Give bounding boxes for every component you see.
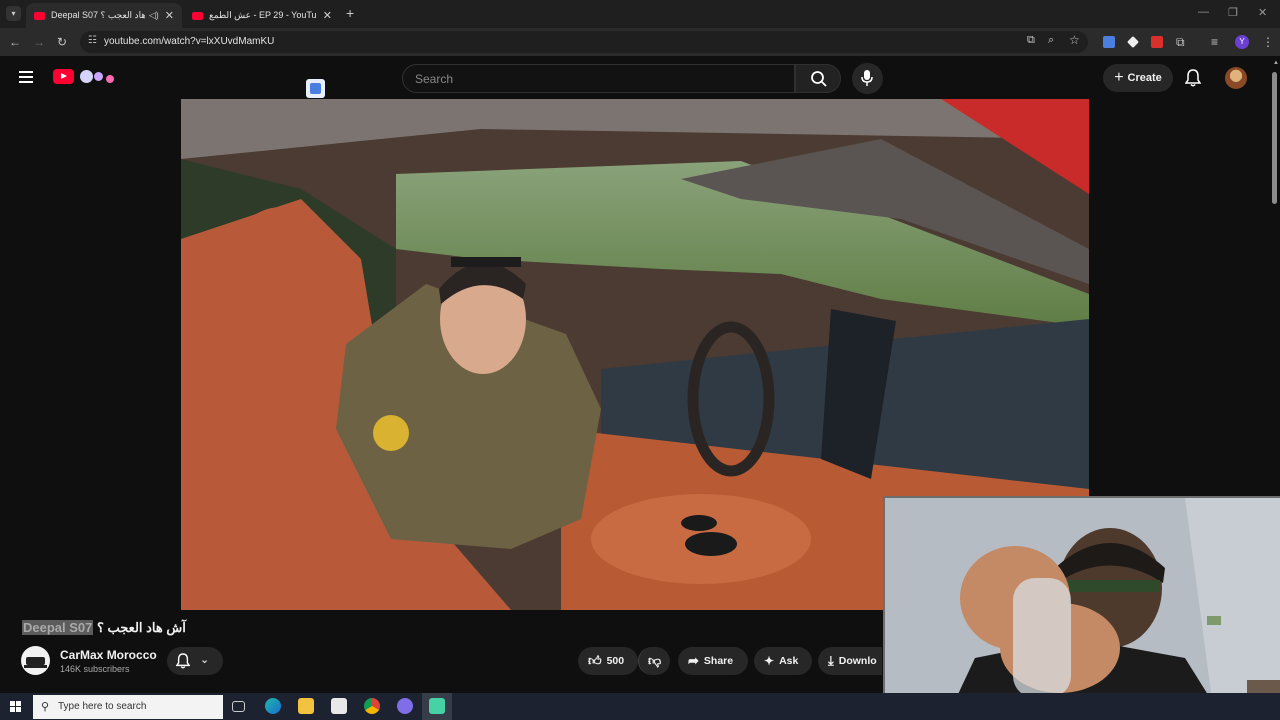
thumbs-down-icon: 👎︎ — [648, 653, 662, 668]
hamburger-menu-icon[interactable] — [19, 71, 33, 83]
thumbs-up-icon: 👍︎ — [588, 653, 602, 668]
translate-overlay-icon[interactable] — [306, 79, 325, 98]
active-app-highlight — [422, 693, 452, 720]
sparkle-icon: ✦ — [764, 654, 775, 668]
microsoft-store-icon[interactable] — [331, 698, 347, 714]
ask-label: Ask — [779, 655, 799, 667]
edge-browser-icon[interactable] — [265, 698, 281, 714]
profile-avatar[interactable]: Y — [1235, 35, 1249, 49]
search-button[interactable] — [795, 64, 841, 93]
close-window-icon[interactable]: ✕ — [1258, 6, 1267, 19]
zoom-icon[interactable]: ⌕ — [1048, 34, 1054, 47]
search-icon: ⚲ — [41, 701, 50, 713]
close-tab-icon[interactable]: ✕ — [165, 9, 174, 22]
tab-list-dropdown[interactable]: ▾ — [6, 6, 21, 21]
browser-tab-strip: ▾ Deepal S07 آش هاد العجب ؟ ◁) ✕ عش الطم… — [0, 0, 1280, 28]
reading-list-icon[interactable]: ≡ — [1211, 35, 1218, 49]
like-button[interactable]: 👍︎ 500 — [578, 647, 638, 675]
restore-icon[interactable]: ❐ — [1228, 6, 1238, 19]
discord-icon[interactable] — [397, 698, 413, 714]
plus-icon: + — [1114, 69, 1124, 86]
share-button[interactable]: ➦ Share — [678, 647, 748, 675]
back-icon[interactable]: ← — [9, 35, 21, 49]
ask-button[interactable]: ✦ Ask — [754, 647, 812, 675]
download-label: Downlo — [838, 655, 877, 667]
create-button[interactable]: + Create — [1103, 64, 1173, 92]
subscriber-count: 146K subscribers — [60, 664, 130, 674]
account-avatar[interactable] — [1225, 67, 1247, 89]
doodle-sparkle-icon — [78, 68, 116, 86]
reload-icon[interactable]: ↻ — [57, 35, 67, 49]
new-tab-icon[interactable]: + — [346, 5, 354, 21]
dislike-button[interactable]: 👎︎ — [638, 647, 670, 675]
search-box[interactable]: Search — [402, 64, 795, 93]
tab-title: عش الطمع - EP 29 - YouTube — [209, 10, 317, 20]
video-title-highlight: Deepal S07 — [22, 620, 94, 635]
picture-in-picture-webcam[interactable] — [883, 496, 1280, 720]
microphone-icon — [861, 70, 873, 86]
taskbar-search-placeholder: Type here to search — [58, 701, 147, 712]
bell-icon — [176, 653, 190, 669]
video-title-rest: آش هاد العجب ؟ — [97, 620, 186, 635]
youtube-favicon-icon — [192, 11, 203, 20]
channel-name[interactable]: CarMax Morocco — [60, 648, 157, 662]
like-count: 500 — [606, 655, 625, 667]
create-label: Create — [1127, 72, 1162, 84]
extension-red-icon[interactable] — [1151, 36, 1163, 48]
search-icon — [811, 71, 827, 87]
address-bar[interactable]: ☷ youtube.com/watch?v=lxXUvdMamKU ⧉ ⌕ ☆ — [80, 31, 1088, 53]
install-icon[interactable]: ⧉ — [1027, 34, 1035, 47]
file-explorer-icon[interactable] — [298, 698, 314, 714]
download-icon: ⤓ — [828, 653, 834, 668]
close-tab-icon[interactable]: ✕ — [323, 9, 332, 22]
share-arrow-icon: ➦ — [688, 653, 699, 668]
url-text: youtube.com/watch?v=lxXUvdMamKU — [104, 36, 275, 47]
webcam-frame — [885, 498, 1280, 720]
browser-toolbar: ← → ↻ ☷ youtube.com/watch?v=lxXUvdMamKU … — [0, 28, 1280, 56]
video-title: Deepal S07 آش هاد العجب ؟ — [22, 620, 186, 636]
tab-title: Deepal S07 آش هاد العجب ؟ — [51, 10, 145, 20]
forward-icon[interactable]: → — [33, 35, 45, 49]
share-label: Share — [703, 655, 734, 667]
chrome-icon[interactable] — [364, 698, 380, 714]
download-button[interactable]: ⤓ Downlo — [818, 647, 882, 675]
voice-search-button[interactable] — [852, 63, 883, 94]
youtube-header: Search + Create — [0, 56, 1280, 99]
tab-deepal[interactable]: Deepal S07 آش هاد العجب ؟ ◁) ✕ — [26, 3, 182, 28]
subscription-bell-button[interactable]: ⌄ — [167, 647, 223, 675]
extension-diamond-icon[interactable] — [1127, 36, 1139, 48]
taskbar-search-box[interactable]: ⚲ Type here to search — [33, 695, 223, 719]
extensions-puzzle-icon[interactable]: ⧉ — [1176, 35, 1185, 50]
speaker-icon[interactable]: ◁) — [149, 10, 159, 21]
youtube-favicon-icon — [34, 11, 45, 20]
chrome-menu-icon[interactable]: ⋮ — [1262, 35, 1274, 49]
youtube-logo[interactable] — [53, 69, 74, 84]
site-info-icon[interactable]: ☷ — [88, 35, 97, 46]
translate-extension-icon[interactable] — [1103, 36, 1115, 48]
channel-avatar[interactable] — [21, 646, 50, 675]
windows-start-icon[interactable] — [10, 701, 21, 712]
minimize-icon[interactable]: — — [1198, 6, 1209, 18]
page-scrollbar[interactable]: ▲ — [1270, 60, 1279, 206]
task-view-icon[interactable] — [232, 701, 245, 712]
notifications-bell-icon[interactable] — [1185, 69, 1201, 87]
search-placeholder: Search — [415, 72, 454, 86]
bookmark-star-icon[interactable]: ☆ — [1069, 33, 1080, 47]
chevron-down-icon: ⌄ — [200, 654, 210, 666]
tab-ep29[interactable]: عش الطمع - EP 29 - YouTube ✕ — [184, 3, 340, 28]
windows-taskbar: ⚲ Type here to search — [0, 693, 1280, 720]
